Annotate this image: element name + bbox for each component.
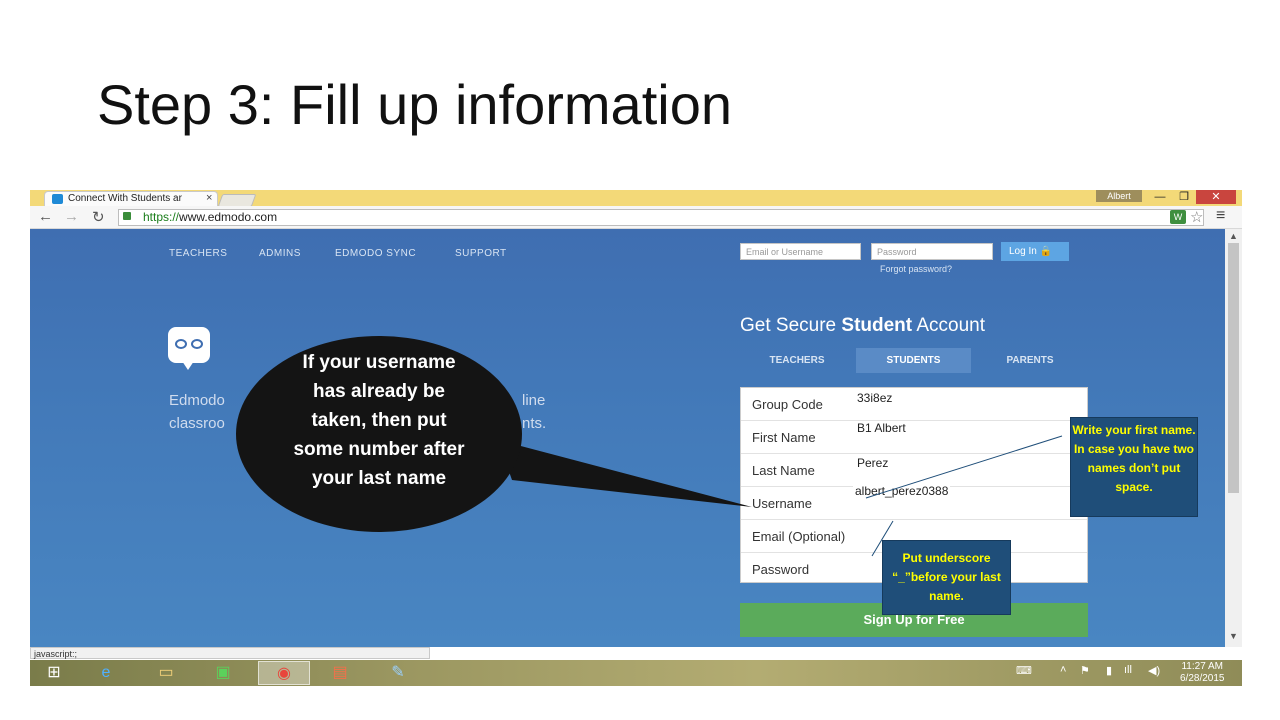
speech-bubble-text: If your username has already be taken, t… xyxy=(293,352,465,489)
first-name-pointer-line xyxy=(865,435,1063,499)
speech-bubble-tail xyxy=(498,440,752,507)
underscore-note: Put underscore “_”before your last name. xyxy=(882,540,1011,615)
callout-lines xyxy=(498,435,1063,557)
first-name-note: Write your first name. In case you have … xyxy=(1070,417,1198,517)
